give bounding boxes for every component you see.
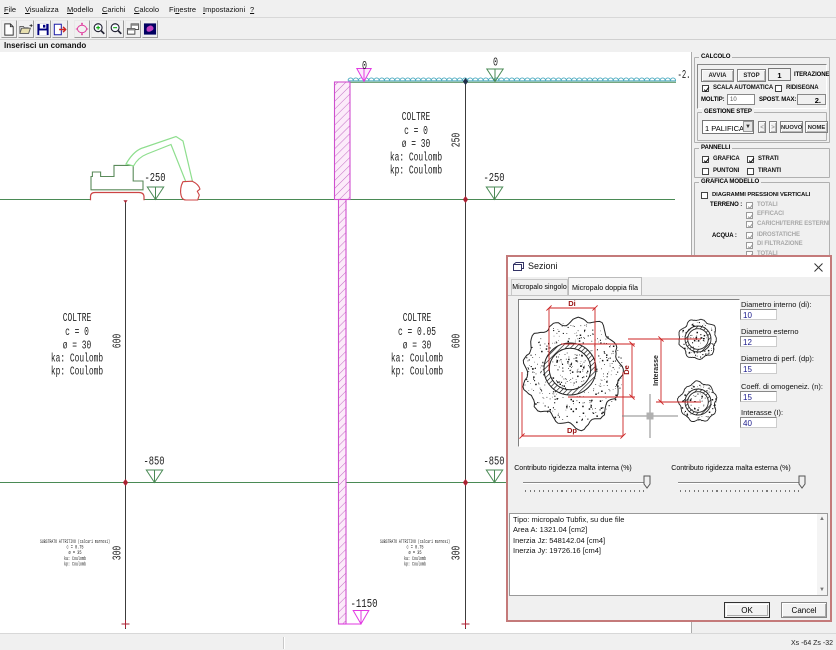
- svg-text:c = 0: c = 0: [65, 325, 89, 339]
- svg-text:c = 0: c = 0: [404, 124, 428, 138]
- svg-text:kp: Coulomb: kp: Coulomb: [64, 561, 86, 567]
- svg-text:600: 600: [111, 334, 125, 349]
- svg-text:kp: Coulomb: kp: Coulomb: [390, 164, 442, 178]
- svg-text:COLTRE: COLTRE: [403, 311, 432, 325]
- svg-text:-2.: -2.: [678, 68, 691, 82]
- svg-text:ka: Coulomb: ka: Coulomb: [390, 151, 442, 165]
- svg-text:ø = 30: ø = 30: [63, 339, 92, 353]
- svg-text:600: 600: [450, 334, 464, 349]
- svg-text:ka: Coulomb: ka: Coulomb: [391, 352, 443, 366]
- svg-text:300: 300: [450, 546, 464, 561]
- svg-text:-850: -850: [484, 455, 505, 469]
- svg-text:COLTRE: COLTRE: [63, 311, 92, 325]
- svg-text:-250: -250: [145, 171, 166, 185]
- svg-text:ø = 30: ø = 30: [403, 339, 432, 353]
- svg-text:0: 0: [493, 56, 498, 70]
- svg-text:ka: Coulomb: ka: Coulomb: [51, 352, 103, 366]
- svg-text:0: 0: [362, 59, 367, 73]
- svg-text:kp: Coulomb: kp: Coulomb: [391, 365, 443, 379]
- svg-text:kp: Coulomb: kp: Coulomb: [404, 561, 426, 567]
- svg-text:-250: -250: [484, 171, 505, 185]
- svg-text:-850: -850: [144, 455, 165, 469]
- svg-text:Di: Di: [568, 299, 576, 308]
- svg-text:COLTRE: COLTRE: [402, 110, 431, 124]
- svg-text:300: 300: [111, 546, 125, 561]
- svg-text:250: 250: [450, 133, 464, 148]
- svg-text:kp: Coulomb: kp: Coulomb: [51, 365, 103, 379]
- svg-text:Interasse: Interasse: [653, 355, 660, 386]
- svg-text:c = 0.05: c = 0.05: [398, 325, 436, 339]
- svg-text:Dp: Dp: [567, 426, 577, 435]
- svg-text:-1150: -1150: [351, 597, 378, 611]
- svg-text:ø = 30: ø = 30: [402, 137, 431, 151]
